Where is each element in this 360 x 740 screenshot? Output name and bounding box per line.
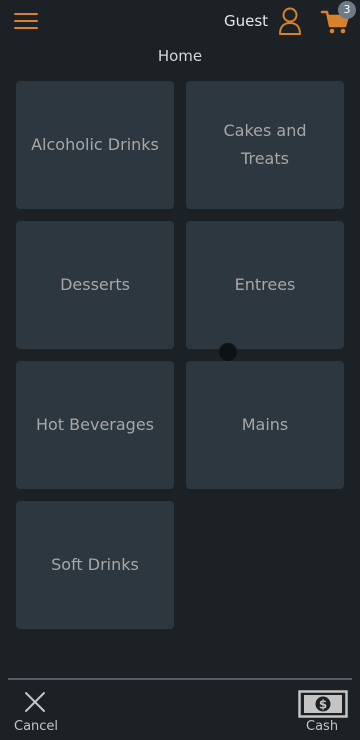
- hamburger-menu-icon[interactable]: [14, 11, 38, 31]
- category-tile-mains[interactable]: Mains: [186, 361, 344, 489]
- cash-icon: $: [298, 690, 348, 718]
- category-tile-hot-beverages[interactable]: Hot Beverages: [16, 361, 174, 489]
- pos-screen: Guest 3 Home Alcoholic Drinks Cakes and …: [0, 0, 360, 740]
- user-icon[interactable]: [278, 6, 302, 36]
- category-grid: Alcoholic Drinks Cakes and Treats Desser…: [16, 81, 344, 629]
- category-tile-alcoholic-drinks[interactable]: Alcoholic Drinks: [16, 81, 174, 209]
- category-tile-desserts[interactable]: Desserts: [16, 221, 174, 349]
- cancel-button[interactable]: Cancel: [8, 688, 64, 738]
- category-tile-cakes-and-treats[interactable]: Cakes and Treats: [186, 81, 344, 209]
- touch-cursor-indicator: [219, 343, 237, 361]
- cash-button[interactable]: $ Cash: [294, 688, 352, 738]
- page-title: Home: [157, 47, 203, 65]
- cancel-button-label: Cancel: [14, 719, 59, 734]
- top-bar: Guest 3: [0, 0, 360, 44]
- user-name-label: Guest: [224, 12, 269, 30]
- cart-count-badge: 3: [338, 1, 356, 19]
- svg-text:$: $: [319, 698, 327, 712]
- category-tile-soft-drinks[interactable]: Soft Drinks: [16, 501, 174, 629]
- category-tile-entrees[interactable]: Entrees: [186, 221, 344, 349]
- close-icon: [25, 692, 45, 712]
- cash-button-label: Cash: [306, 719, 339, 734]
- footer-divider: [8, 678, 352, 680]
